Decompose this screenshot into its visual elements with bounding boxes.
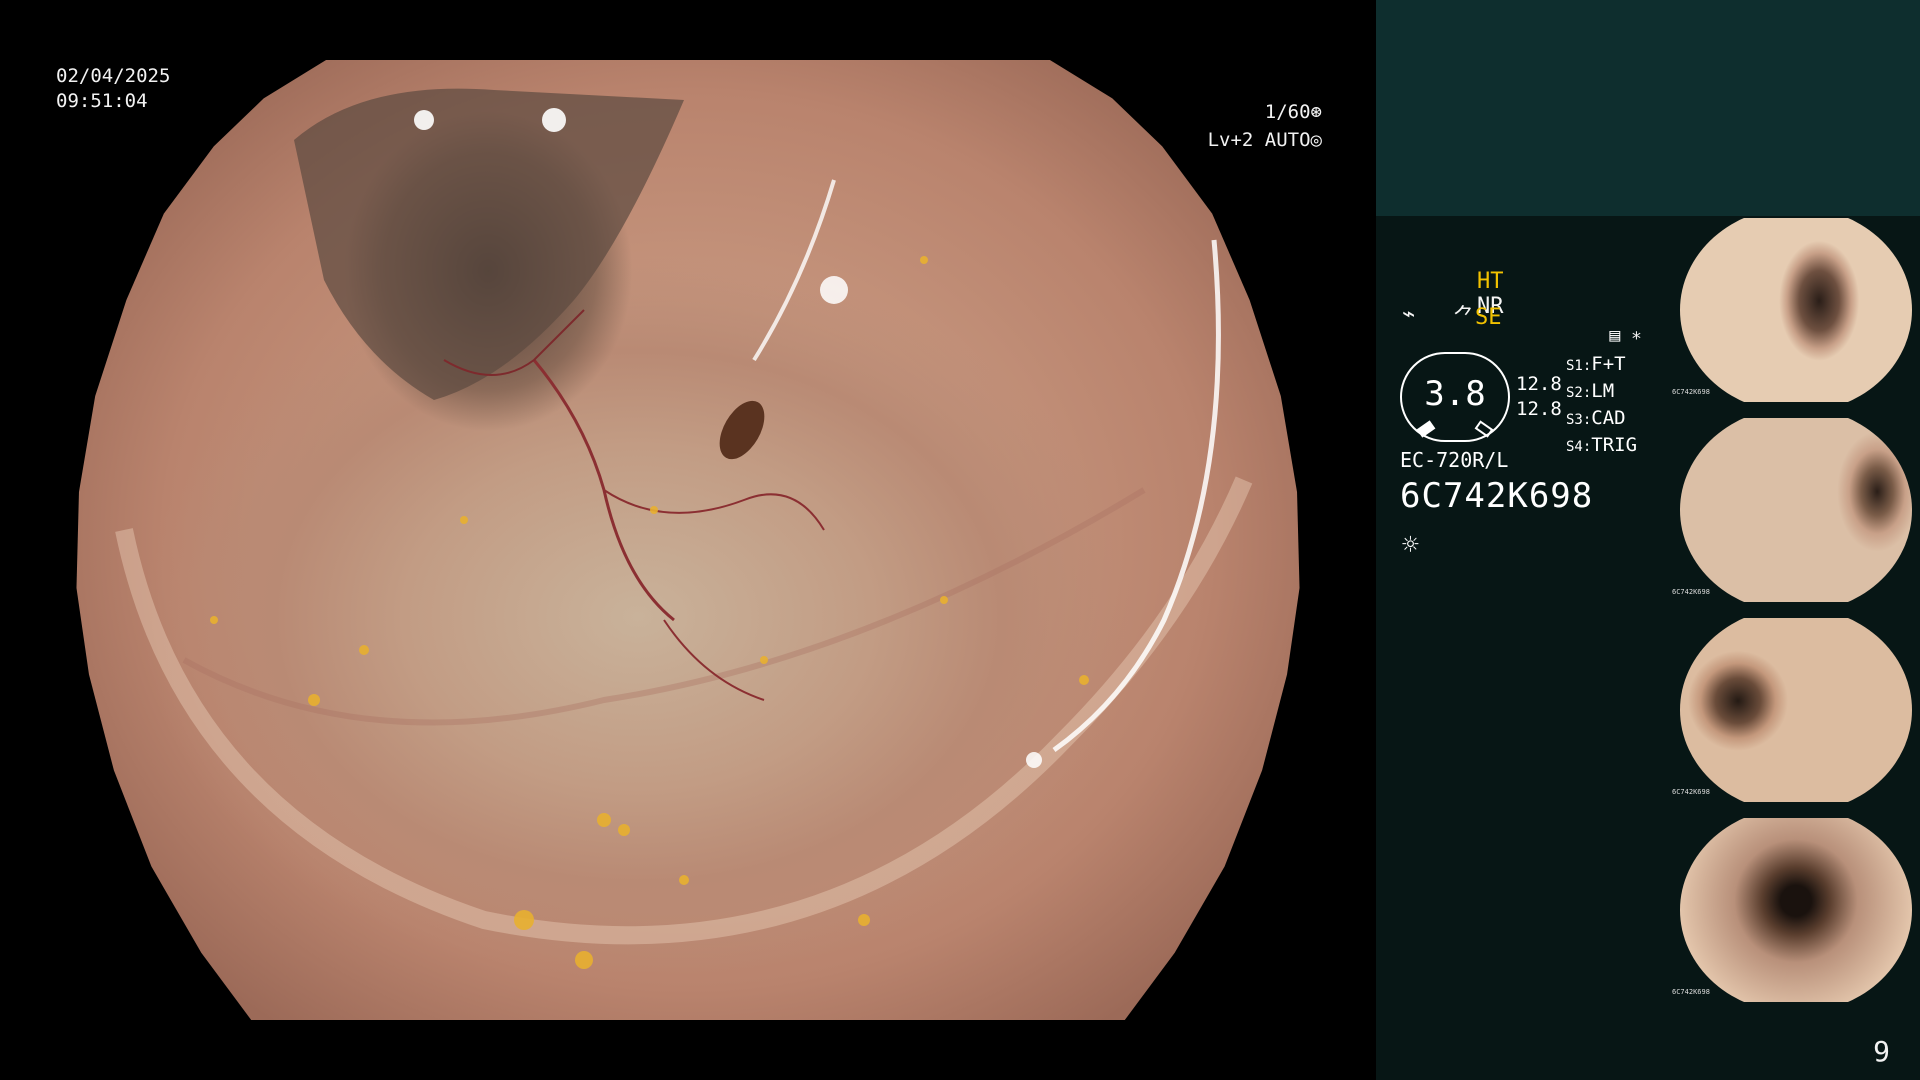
- light-icon: ☼: [1402, 528, 1419, 561]
- switch-value: CAD: [1591, 407, 1626, 429]
- se-icon: ⺈: [1452, 305, 1475, 330]
- switch-slot: S4:: [1566, 439, 1592, 455]
- gauge-readings: 12.8 12.8: [1516, 372, 1562, 422]
- date-text: 02/04/2025: [56, 65, 171, 87]
- page-number: 9: [1873, 1035, 1890, 1068]
- gauge-reading-2: 12.8: [1516, 398, 1562, 420]
- auto-icon: ◎: [1310, 129, 1322, 151]
- flash-icon: ⌁: [1402, 302, 1416, 327]
- asterisk-icon: ∗: [1631, 325, 1642, 346]
- scope-serial: 6C742K698: [1400, 476, 1594, 516]
- switch-value: LM: [1591, 380, 1615, 402]
- shutter-text: 1/60: [1264, 101, 1311, 123]
- thumbnail-3[interactable]: 6C742K698: [1670, 616, 1920, 804]
- thumbnail-image: [1680, 218, 1912, 402]
- timestamp: 02/04/2025 09:51:04: [56, 64, 170, 114]
- exposure-info: 1/60⊛ Lv+2 AUTO◎: [1122, 98, 1322, 154]
- zoom-gauge: 3.8: [1400, 352, 1510, 442]
- thumbnail-serial: 6C742K698: [1672, 388, 1710, 396]
- endoscopy-main-view: [76, 60, 1300, 1020]
- time-text: 09:51:04: [56, 90, 148, 112]
- switch-value: F+T: [1591, 353, 1626, 375]
- thumbnail-2[interactable]: 6C742K698: [1670, 416, 1920, 604]
- scope-model: EC-720R/L: [1400, 448, 1509, 472]
- gauge-value: 3.8: [1424, 374, 1486, 414]
- switch-value: TRIG: [1591, 434, 1638, 456]
- thumbnail-image: [1680, 818, 1912, 1002]
- thumbnail-serial: 6C742K698: [1672, 988, 1710, 996]
- mode-se: SE: [1475, 305, 1502, 330]
- gauge-reading-1: 12.8: [1516, 373, 1562, 395]
- thumbnail-image: [1680, 418, 1912, 602]
- aperture-icon: ⊛: [1310, 101, 1322, 123]
- level-text: Lv+2 AUTO: [1207, 129, 1311, 151]
- sidebar-header-panel: [1376, 0, 1920, 216]
- thumbnail-serial: 6C742K698: [1672, 788, 1710, 796]
- switch-slot: S1:: [1566, 358, 1592, 374]
- switch-settings: S1:F+T S2:LM S3:CAD S4:TRIG: [1566, 352, 1637, 460]
- thumbnail-4[interactable]: 6C742K698: [1670, 816, 1920, 1004]
- switch-slot: S2:: [1566, 385, 1592, 401]
- thumbnail-1[interactable]: 6C742K698: [1670, 216, 1920, 404]
- memo-icon: ▤: [1609, 325, 1621, 346]
- mucosa-vessels: [115, 88, 1253, 969]
- thumbnail-serial: 6C742K698: [1672, 588, 1710, 596]
- switch-slot: S3:: [1566, 412, 1592, 428]
- thumbnail-image: [1680, 618, 1912, 802]
